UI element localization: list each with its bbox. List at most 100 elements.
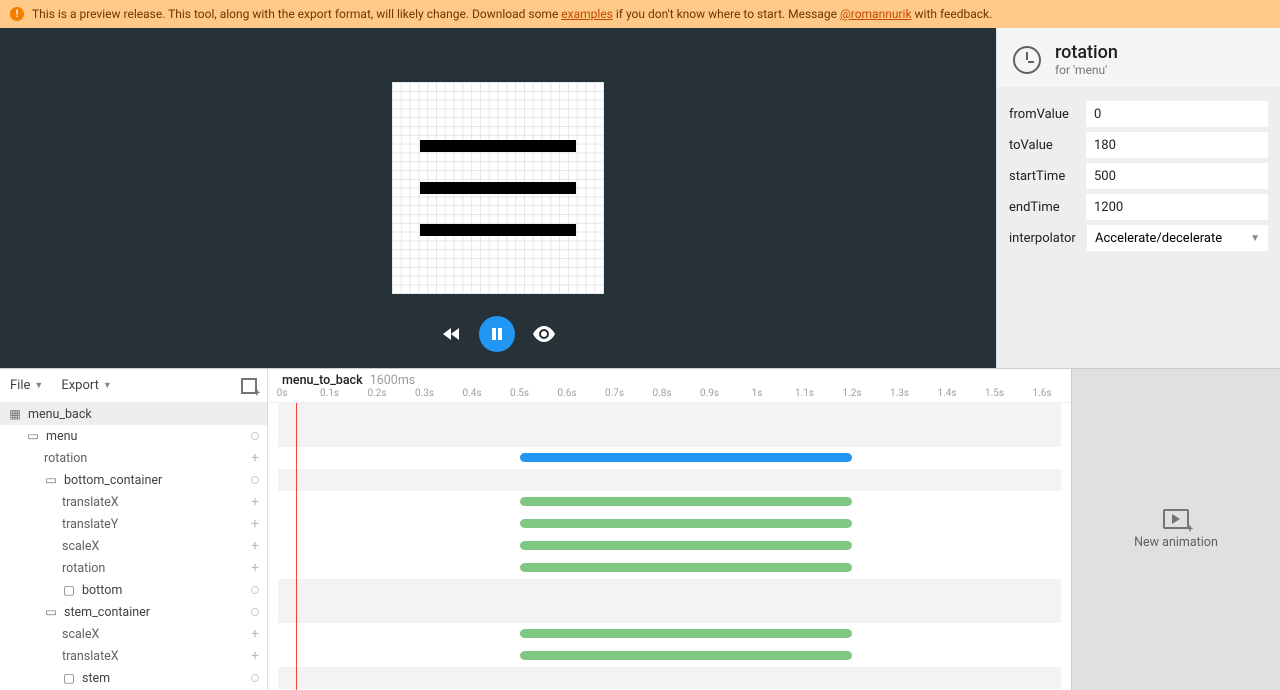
layer-row[interactable]: rotation + xyxy=(0,557,267,579)
add-keyframe-button[interactable]: + xyxy=(251,648,259,664)
track-row[interactable] xyxy=(278,579,1061,601)
canvas-preview[interactable] xyxy=(392,82,604,294)
layer-row[interactable]: ▢stem xyxy=(0,667,267,689)
visibility-toggle[interactable] xyxy=(533,326,555,342)
layer-label: translateY xyxy=(62,517,118,532)
layer-row[interactable]: translateX + xyxy=(0,491,267,513)
tovalue-input[interactable] xyxy=(1086,132,1268,158)
tick-label: 1.5s xyxy=(985,388,1004,399)
tick-label: 1s xyxy=(752,388,763,399)
new-animation-icon[interactable] xyxy=(1163,509,1189,529)
add-keyframe-button[interactable]: + xyxy=(251,494,259,510)
starttime-label: startTime xyxy=(1009,169,1086,184)
menu-bar-middle xyxy=(420,182,576,194)
menu-bar-bottom xyxy=(420,224,576,236)
layer-row[interactable]: ▢ bottom xyxy=(0,579,267,601)
track-row[interactable] xyxy=(278,469,1061,491)
tick-label: 0.4s xyxy=(462,388,481,399)
layer-row[interactable]: ▭ stem_container xyxy=(0,601,267,623)
layers-menubar: File ▼ Export ▼ xyxy=(0,369,267,403)
timeline-segment[interactable] xyxy=(520,541,853,550)
add-keyframe-button[interactable]: + xyxy=(251,516,259,532)
img-icon: ▦ xyxy=(8,406,22,422)
timeline-tracks[interactable] xyxy=(268,403,1071,690)
layer-label: bottom xyxy=(82,583,122,598)
endtime-label: endTime xyxy=(1009,200,1086,215)
stopwatch-icon xyxy=(1013,46,1041,74)
add-keyframe-button[interactable]: + xyxy=(251,560,259,576)
fromvalue-input[interactable] xyxy=(1086,101,1268,127)
property-subtitle: for 'menu' xyxy=(1055,63,1118,77)
track-row[interactable] xyxy=(278,425,1061,447)
tick-label: 0.8s xyxy=(652,388,671,399)
layer-options-button[interactable] xyxy=(251,608,259,616)
timeline-panel: menu_to_back 1600ms 0s0.1s0.2s0.3s0.4s0.… xyxy=(268,369,1072,690)
sq-icon: ▢ xyxy=(62,582,76,598)
examples-link[interactable]: examples xyxy=(561,7,613,21)
tick-label: 1.2s xyxy=(842,388,861,399)
timeline-ruler[interactable]: 0s0.1s0.2s0.3s0.4s0.5s0.6s0.7s0.8s0.9s1s… xyxy=(268,388,1071,402)
timeline-segment[interactable] xyxy=(520,629,853,638)
timeline-segment[interactable] xyxy=(520,563,853,572)
animation-duration: 1600ms xyxy=(370,373,416,388)
add-keyframe-button[interactable]: + xyxy=(251,626,259,642)
add-keyframe-button[interactable]: + xyxy=(251,450,259,466)
new-animation-panel: New animation xyxy=(1072,369,1280,690)
file-menu[interactable]: File ▼ xyxy=(10,378,43,393)
layer-row[interactable]: translateY + xyxy=(0,513,267,535)
timeline-segment[interactable] xyxy=(520,453,853,462)
layer-row[interactable]: rotation + xyxy=(0,447,267,469)
layer-list: ▦menu_back▭menurotation+▭bottom_containe… xyxy=(0,403,267,690)
layer-label: rotation xyxy=(62,561,105,576)
track-row[interactable] xyxy=(278,403,1061,425)
interpolator-label: interpolator xyxy=(1009,231,1087,246)
rewind-button[interactable] xyxy=(441,326,461,342)
layer-label: scaleX xyxy=(62,539,99,554)
timeline-segment[interactable] xyxy=(520,651,853,660)
chevron-down-icon: ▼ xyxy=(103,380,112,391)
playhead[interactable] xyxy=(296,403,297,690)
tick-label: 0.3s xyxy=(415,388,434,399)
layer-row[interactable]: translateX + xyxy=(0,645,267,667)
layer-label: rotation xyxy=(44,451,87,466)
layer-row[interactable]: ▭menu xyxy=(0,425,267,447)
layer-options-button[interactable] xyxy=(251,674,259,682)
add-layer-button[interactable] xyxy=(241,378,257,394)
endtime-input[interactable] xyxy=(1086,194,1268,220)
layer-options-button[interactable] xyxy=(251,476,259,484)
animation-name: menu_to_back xyxy=(282,373,363,388)
tick-label: 0s xyxy=(277,388,288,399)
folder-icon: ▭ xyxy=(44,604,58,620)
layer-row[interactable]: scaleX + xyxy=(0,535,267,557)
layer-label: translateX xyxy=(62,495,119,510)
tick-label: 0.9s xyxy=(700,388,719,399)
layer-options-button[interactable] xyxy=(251,432,259,440)
layer-label: bottom_container xyxy=(64,473,162,488)
tick-label: 1.3s xyxy=(890,388,909,399)
layer-label: stem_container xyxy=(64,605,150,620)
export-menu-label: Export xyxy=(61,378,99,393)
pause-button[interactable] xyxy=(479,316,515,352)
playback-controls xyxy=(441,316,555,352)
properties-header: rotation for 'menu' xyxy=(997,28,1280,88)
export-menu[interactable]: Export ▼ xyxy=(61,378,111,393)
canvas-area xyxy=(0,28,996,368)
timeline-segment[interactable] xyxy=(520,497,853,506)
timeline-segment[interactable] xyxy=(520,519,853,528)
tick-label: 0.6s xyxy=(557,388,576,399)
layer-label: translateX xyxy=(62,649,119,664)
feedback-handle-link[interactable]: @romannurik xyxy=(840,7,912,21)
interpolator-select[interactable]: Accelerate/decelerate ▼ xyxy=(1087,225,1268,251)
layer-label: scaleX xyxy=(62,627,99,642)
banner-text: with feedback. xyxy=(915,7,993,21)
layer-row[interactable]: scaleX + xyxy=(0,623,267,645)
layer-row[interactable]: ▦menu_back xyxy=(0,403,267,425)
add-keyframe-button[interactable]: + xyxy=(251,538,259,554)
layer-row[interactable]: ▭bottom_container xyxy=(0,469,267,491)
new-animation-button[interactable]: New animation xyxy=(1134,535,1218,550)
starttime-input[interactable] xyxy=(1086,163,1268,189)
track-row[interactable] xyxy=(278,601,1061,623)
layer-options-button[interactable] xyxy=(251,586,259,594)
track-row[interactable] xyxy=(278,667,1061,689)
tick-label: 1.4s xyxy=(937,388,956,399)
